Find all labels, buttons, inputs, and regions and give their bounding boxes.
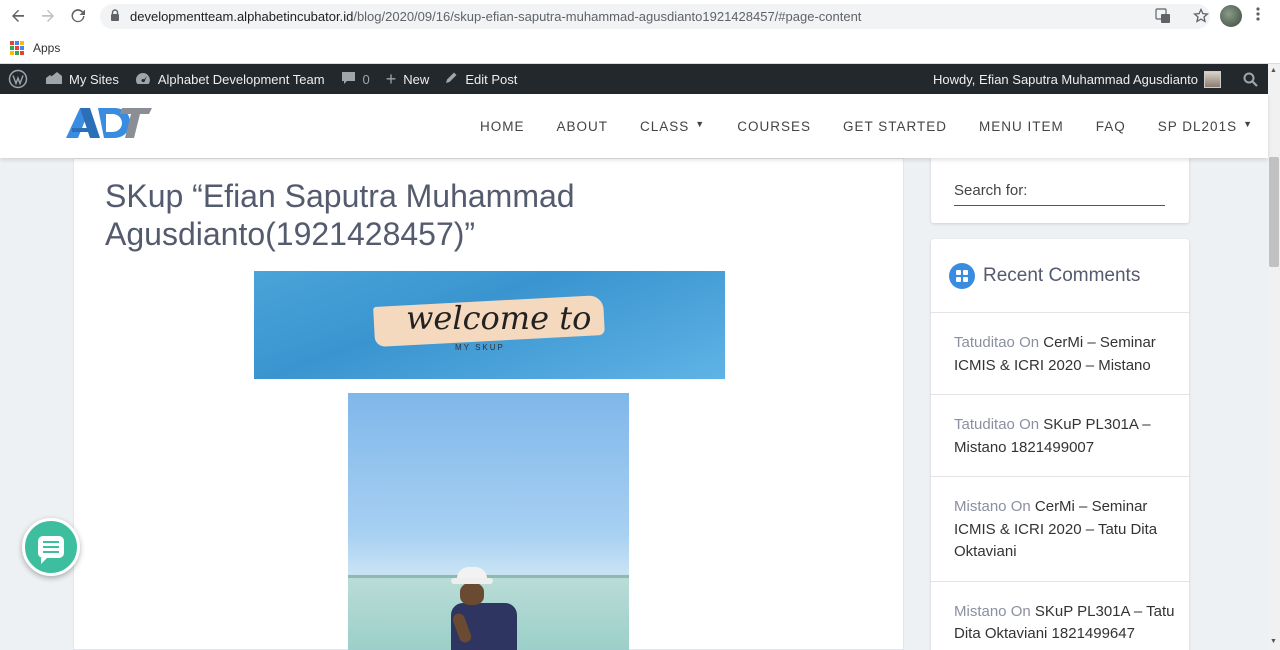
edit-post-link[interactable]: Edit Post — [437, 64, 525, 94]
comment-author[interactable]: Mistano — [954, 603, 1007, 620]
profile-avatar[interactable] — [1220, 5, 1242, 27]
nav-get-started[interactable]: GET STARTED — [827, 119, 963, 134]
main-navigation: HOME ABOUT CLASS ▼ COURSES GET STARTED ME… — [464, 94, 1269, 158]
forward-arrow-icon[interactable] — [33, 1, 63, 31]
translate-icon[interactable] — [1155, 8, 1171, 27]
bookmark-apps[interactable]: Apps — [33, 41, 60, 55]
post-article: SKup “Efian Saputra Muhammad Agusdianto(… — [73, 158, 904, 650]
house-icon — [44, 71, 62, 88]
caret-down-icon: ▼ — [1243, 119, 1254, 129]
scroll-up-arrow-icon[interactable]: ▲ — [1270, 67, 1277, 74]
nav-menu-item[interactable]: MENU ITEM — [963, 119, 1080, 134]
address-bar[interactable]: developmentteam.alphabetincubator.id/blo… — [100, 4, 1210, 29]
nav-courses[interactable]: COURSES — [721, 119, 827, 134]
comment-bubble-icon — [341, 71, 356, 88]
apps-grid-icon[interactable] — [10, 41, 24, 55]
banner-subtext: MY SKUP — [455, 343, 505, 352]
new-content-menu[interactable]: + New — [378, 64, 438, 94]
caret-down-icon: ▼ — [695, 119, 706, 129]
plus-icon: + — [385, 68, 397, 89]
pencil-icon — [445, 71, 458, 87]
comment-author[interactable]: Tatuditao — [954, 334, 1015, 351]
site-logo[interactable] — [64, 104, 154, 142]
comment-item: Mistano On SKuP PL301A – Tatu Dita Oktav… — [931, 582, 1189, 650]
wp-admin-bar: My Sites Alphabet Development Team 0 + N… — [0, 64, 1268, 94]
my-account-menu[interactable]: Howdy, Efian Saputra Muhammad Agusdianto — [925, 64, 1235, 94]
search-widget: Search for: — [931, 158, 1189, 223]
browser-menu-icon[interactable] — [1256, 6, 1260, 22]
nav-about[interactable]: ABOUT — [541, 119, 625, 134]
nav-sp-dl201s[interactable]: SP DL201S ▼ — [1142, 119, 1269, 134]
recent-comments-title: Recent Comments — [983, 264, 1141, 286]
search-input[interactable] — [954, 205, 1165, 206]
bookmark-star-icon[interactable] — [1193, 7, 1209, 27]
comment-item: Tatuditao On SKuP PL301A – Mistano 18214… — [931, 395, 1189, 477]
scrollbar-thumb[interactable] — [1269, 157, 1279, 267]
nav-faq[interactable]: FAQ — [1080, 119, 1142, 134]
chat-button[interactable] — [22, 518, 80, 576]
comments-count: 0 — [362, 71, 370, 87]
post-title: SKup “Efian Saputra Muhammad Agusdianto(… — [105, 178, 575, 252]
my-sites-menu[interactable]: My Sites — [36, 64, 127, 94]
comment-item: Tatuditao On CerMi – Seminar ICMIS & ICR… — [931, 313, 1189, 395]
dashboard-gauge-icon — [135, 71, 151, 88]
reload-icon[interactable] — [63, 1, 93, 31]
browser-toolbar: developmentteam.alphabetincubator.id/blo… — [0, 0, 1280, 33]
widget-grid-icon — [949, 262, 975, 289]
page-scrollbar[interactable]: ▲ ▼ — [1268, 64, 1280, 650]
comment-author[interactable]: Mistano — [954, 498, 1007, 515]
nav-home[interactable]: HOME — [464, 119, 541, 134]
comment-author[interactable]: Tatuditao — [954, 416, 1015, 433]
wordpress-logo-icon[interactable] — [0, 64, 36, 94]
nav-class[interactable]: CLASS ▼ — [624, 119, 721, 134]
welcome-banner-image: welcome to MY SKUP — [254, 271, 725, 379]
recent-comments-widget: Recent Comments Tatuditao On CerMi – Sem… — [931, 239, 1189, 650]
user-avatar — [1204, 70, 1221, 88]
post-photo-image — [348, 393, 629, 650]
comments-menu[interactable]: 0 — [333, 64, 378, 94]
admin-search-icon[interactable] — [1235, 64, 1268, 94]
bookmarks-bar: Apps — [0, 33, 1280, 64]
chat-bubble-icon — [38, 536, 64, 564]
comment-item: Mistano On CerMi – Seminar ICMIS & ICRI … — [931, 477, 1189, 582]
site-header: HOME ABOUT CLASS ▼ COURSES GET STARTED ME… — [0, 94, 1268, 158]
site-name-menu[interactable]: Alphabet Development Team — [127, 64, 333, 94]
back-arrow-icon[interactable] — [3, 1, 33, 31]
lock-icon — [110, 8, 120, 26]
search-label: Search for: — [954, 182, 1028, 199]
url-text: developmentteam.alphabetincubator.id/blo… — [130, 9, 862, 24]
banner-welcome-text: welcome to — [406, 299, 592, 337]
scroll-down-arrow-icon[interactable]: ▼ — [1270, 638, 1277, 645]
